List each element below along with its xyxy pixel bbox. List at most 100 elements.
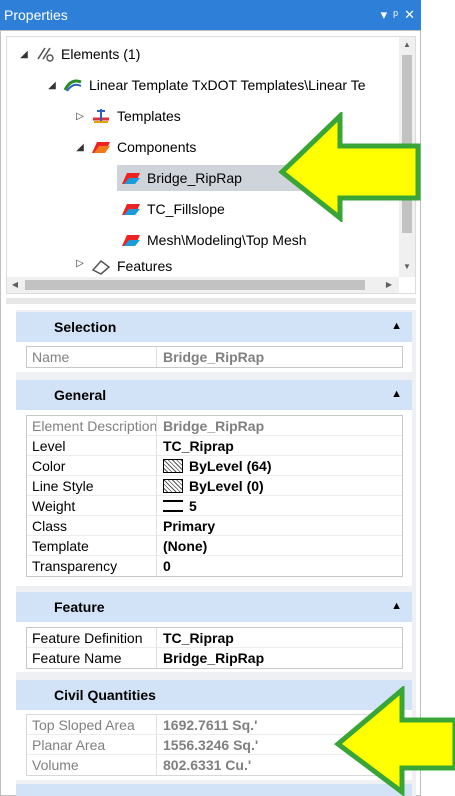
section-header-selection[interactable]: Selection ▲ xyxy=(16,312,412,342)
property-value[interactable]: 1692.7611 Sq.' xyxy=(157,715,257,734)
property-value[interactable]: 1556.3246 Sq.' xyxy=(157,735,258,754)
property-name: Top Sloped Area xyxy=(27,715,157,734)
property-value-color[interactable]: ByLevel (64) xyxy=(157,456,271,475)
expand-arrow-icon[interactable]: ◢ xyxy=(45,80,59,91)
expand-arrow-icon[interactable]: ◢ xyxy=(73,142,87,153)
property-value[interactable]: Primary xyxy=(157,516,215,535)
scroll-up-icon[interactable]: ▲ xyxy=(399,37,415,53)
property-row: Class Primary xyxy=(27,516,402,536)
component-icon xyxy=(121,169,141,187)
general-properties: Element Description Bridge_RipRap Level … xyxy=(26,415,403,577)
section-title: Civil Quantities xyxy=(54,687,156,703)
property-value[interactable]: TC_Riprap xyxy=(157,436,234,455)
elements-icon xyxy=(35,45,55,63)
tree-item-top-mesh[interactable]: Mesh\Modeling\Top Mesh xyxy=(117,227,307,253)
tree-item-label: Components xyxy=(117,139,197,155)
callout-arrow-icon xyxy=(334,686,455,796)
dropdown-icon[interactable]: ▾ xyxy=(381,7,388,23)
component-icon xyxy=(121,200,141,218)
property-name: Element Description xyxy=(27,416,157,435)
tree-item-elements[interactable]: ◢ Elements (1) xyxy=(17,41,140,67)
property-value[interactable]: Bridge_RipRap xyxy=(157,416,264,435)
components-icon xyxy=(91,138,111,156)
tree-item-components[interactable]: ◢ Components xyxy=(73,134,196,160)
collapse-chevron-icon[interactable]: ▲ xyxy=(391,388,402,400)
linear-template-icon xyxy=(63,76,83,94)
line-weight-icon xyxy=(163,499,183,512)
property-name: Line Style xyxy=(27,476,157,495)
property-value-linestyle[interactable]: ByLevel (0) xyxy=(157,476,264,495)
property-row: Line Style ByLevel (0) xyxy=(27,476,402,496)
tree-item-label: Linear Template TxDOT Templates\Linear T… xyxy=(89,77,366,93)
section-header-feature[interactable]: Feature ▲ xyxy=(16,592,412,622)
property-row: Weight 5 xyxy=(27,496,402,516)
property-row: Color ByLevel (64) xyxy=(27,456,402,476)
window-title: Properties xyxy=(4,7,68,23)
tree-item-label: Mesh\Modeling\Top Mesh xyxy=(147,232,307,248)
property-name: Class xyxy=(27,516,157,535)
tree-item-label: Templates xyxy=(117,108,181,124)
property-value[interactable]: TC_Riprap xyxy=(157,628,234,647)
property-name: Level xyxy=(27,436,157,455)
property-name: Feature Name xyxy=(27,648,157,668)
property-row: Level TC_Riprap xyxy=(27,436,402,456)
property-name: Volume xyxy=(27,755,157,775)
section-title: Feature xyxy=(54,599,105,615)
component-icon xyxy=(121,231,141,249)
property-name: Planar Area xyxy=(27,735,157,754)
line-style-icon xyxy=(163,478,183,493)
property-row: Transparency 0 xyxy=(27,556,402,576)
scroll-thumb[interactable] xyxy=(25,280,365,290)
property-value-weight[interactable]: 5 xyxy=(157,496,197,515)
property-name: Template xyxy=(27,536,157,555)
property-row: Name Bridge_RipRap xyxy=(27,347,402,367)
tree-item-linear-template[interactable]: ◢ Linear Template TxDOT Templates\Linear… xyxy=(45,72,366,98)
tree-horizontal-scrollbar[interactable]: ◀ ▶ xyxy=(7,277,399,293)
pane-splitter[interactable] xyxy=(6,298,416,304)
properties-titlebar: Properties ▾ ᵖ ✕ xyxy=(0,0,421,30)
tree-item-templates[interactable]: ▷ Templates xyxy=(73,103,181,129)
property-row: Feature Definition TC_Riprap xyxy=(27,628,402,648)
tree-item-features[interactable]: ▷ Features xyxy=(73,258,172,276)
tree-item-tc-fillslope[interactable]: TC_Fillslope xyxy=(117,196,225,222)
section-header-general[interactable]: General ▲ xyxy=(16,380,412,410)
property-value: 5 xyxy=(189,497,197,514)
property-row: Template (None) xyxy=(27,536,402,556)
expand-arrow-icon[interactable]: ▷ xyxy=(73,258,87,269)
property-value: ByLevel (0) xyxy=(189,477,264,494)
property-name: Weight xyxy=(27,496,157,515)
features-icon xyxy=(91,258,111,276)
tree-item-label: Features xyxy=(117,258,173,274)
expand-arrow-icon[interactable]: ◢ xyxy=(17,49,31,60)
feature-properties: Feature Definition TC_Riprap Feature Nam… xyxy=(26,627,403,669)
property-value: ByLevel (64) xyxy=(189,457,272,474)
property-row: Element Description Bridge_RipRap xyxy=(27,416,402,436)
property-name: Color xyxy=(27,456,157,475)
property-value[interactable]: 0 xyxy=(157,556,171,576)
tree-item-label: Elements (1) xyxy=(61,46,141,62)
color-swatch-icon xyxy=(163,458,183,473)
property-row: Feature Name Bridge_RipRap xyxy=(27,648,402,668)
scroll-right-icon[interactable]: ▶ xyxy=(381,277,397,293)
tree-item-label: TC_Fillslope xyxy=(147,201,225,217)
property-name: Feature Definition xyxy=(27,628,157,647)
tree-item-label: Bridge_RipRap xyxy=(147,170,242,186)
section-title: General xyxy=(54,387,107,403)
callout-arrow-icon xyxy=(278,112,421,222)
property-value[interactable]: 802.6331 Cu.' xyxy=(157,755,251,775)
property-value[interactable]: (None) xyxy=(157,536,207,555)
expand-arrow-icon[interactable]: ▷ xyxy=(73,111,87,122)
scroll-down-icon[interactable]: ▼ xyxy=(399,259,415,275)
collapse-chevron-icon[interactable]: ▲ xyxy=(391,320,402,332)
close-icon[interactable]: ✕ xyxy=(404,7,415,23)
selection-properties: Name Bridge_RipRap xyxy=(26,346,403,368)
property-name: Name xyxy=(27,347,157,367)
scroll-left-icon[interactable]: ◀ xyxy=(7,277,23,293)
property-value[interactable]: Bridge_RipRap xyxy=(157,347,264,367)
pin-icon[interactable]: ᵖ xyxy=(393,7,398,23)
property-value[interactable]: Bridge_RipRap xyxy=(157,648,264,668)
collapse-chevron-icon[interactable]: ▲ xyxy=(391,600,402,612)
section-title: Selection xyxy=(54,319,117,335)
templates-icon xyxy=(91,107,111,125)
property-name: Transparency xyxy=(27,556,157,576)
